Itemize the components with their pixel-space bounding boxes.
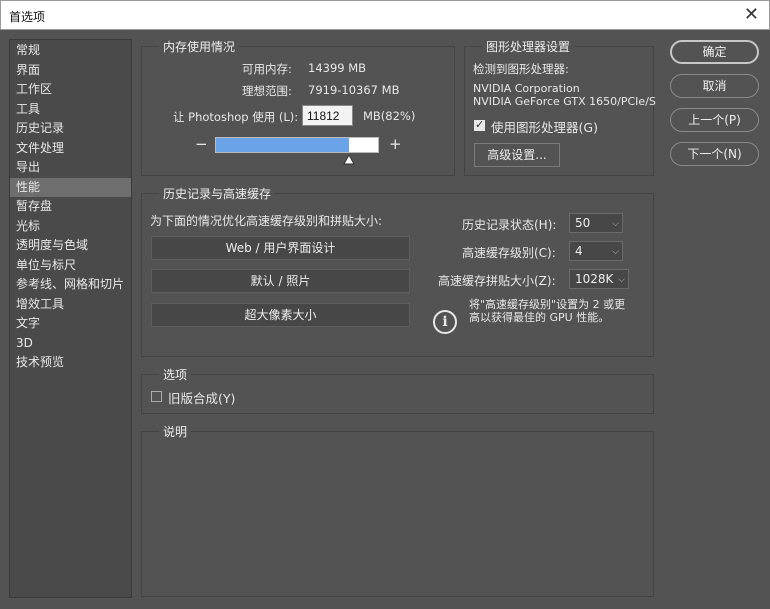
sidebar-item[interactable]: 性能 [10,177,131,197]
sidebar-item[interactable]: 透明度与色域 [10,236,131,256]
window-title: 首选项 [9,10,46,24]
gpu-tip-line2: 高以获得最佳的 GPU 性能。 [469,311,610,324]
cache-tile-label: 高速缓存拼贴大小(Z): [438,274,556,288]
advanced-settings-button[interactable]: 高级设置... [474,143,560,167]
use-gpu-label: 使用图形处理器(G) [491,120,598,135]
cache-tile-value: 1028K [575,272,614,286]
minus-icon[interactable]: − [195,135,208,153]
history-states-value: 50 [575,216,591,230]
sidebar-item[interactable]: 增效工具 [10,295,131,315]
sidebar-item[interactable]: 暂存盘 [10,197,131,217]
available-memory-label: 可用内存: [242,62,292,76]
photoshop-usage-label: 让 Photoshop 使用 (L): [173,110,299,124]
plus-icon[interactable]: + [389,135,402,153]
title-bar: 首选项 ✕ [0,0,770,30]
sidebar-item[interactable]: 光标 [10,217,131,237]
slider-thumb-icon[interactable] [343,155,356,165]
history-cache-title: 历史记录与高速缓存 [159,185,276,202]
cache-levels-label: 高速缓存级别(C): [462,246,556,260]
preset-web-ui-button[interactable]: Web / 用户界面设计 [151,236,410,260]
chevron-down-icon: ⌵ [618,275,625,285]
sidebar-item[interactable]: 文件处理 [10,139,131,159]
sidebar-item[interactable]: 界面 [10,61,131,81]
ideal-range-value: 7919-10367 MB [308,83,400,97]
cancel-button[interactable]: 取消 [670,74,759,98]
chevron-down-icon: ⌵ [612,247,619,257]
chevron-down-icon: ⌵ [612,219,619,229]
preset-huge-pixel-button[interactable]: 超大像素大小 [151,303,410,327]
sidebar-item[interactable]: 常规 [10,41,131,61]
ok-button[interactable]: 确定 [670,40,759,64]
preset-default-photo-button[interactable]: 默认 / 照片 [151,269,410,293]
history-states-select[interactable]: 50 ⌵ [569,213,623,233]
memory-panel-title: 内存使用情况 [159,38,240,55]
history-states-label: 历史记录状态(H): [462,218,557,232]
sidebar-item[interactable]: 历史记录 [10,119,131,139]
sidebar-item[interactable]: 文字 [10,314,131,334]
photoshop-usage-unit: MB(82%) [363,109,416,123]
sidebar-item[interactable]: 参考线、网格和切片 [10,275,131,295]
previous-button[interactable]: 上一个(P) [670,108,759,132]
cache-levels-value: 4 [575,244,583,258]
gpu-vendor: NVIDIA Corporation [473,82,580,95]
close-icon[interactable]: ✕ [744,5,759,25]
description-title: 说明 [159,423,192,440]
memory-usage-slider[interactable] [215,137,379,153]
sidebar-item[interactable]: 工作区 [10,80,131,100]
info-icon: i [433,310,457,334]
next-button[interactable]: 下一个(N) [670,142,759,166]
sidebar-item[interactable]: 技术预览 [10,353,131,373]
cache-tile-select[interactable]: 1028K ⌵ [569,269,629,289]
available-memory-value: 14399 MB [308,61,367,75]
optimize-label: 为下面的情况优化高速缓存级别和拼贴大小: [150,214,383,228]
photoshop-usage-input[interactable] [302,105,353,126]
description-panel [141,431,654,597]
options-title: 选项 [159,366,192,383]
use-gpu-checkbox[interactable] [474,118,485,131]
cache-levels-select[interactable]: 4 ⌵ [569,241,623,261]
gpu-model: NVIDIA GeForce GTX 1650/PCIe/S [473,95,656,108]
sidebar-item[interactable]: 单位与标尺 [10,256,131,276]
sidebar: 常规 界面 工作区 工具 历史记录 文件处理 导出 性能 暂存盘 光标 透明度与色域 单位与标尺 参考线… [9,39,132,598]
legacy-compositing-label: 旧版合成(Y) [168,391,236,406]
ideal-range-label: 理想范围: [242,84,292,98]
gpu-panel-title: 图形处理器设置 [482,38,575,55]
sidebar-item[interactable]: 导出 [10,158,131,178]
memory-usage-fill [216,138,349,152]
sidebar-item[interactable]: 3D [10,334,131,354]
gpu-detected-label: 检测到图形处理器: [473,62,569,76]
sidebar-item[interactable]: 工具 [10,100,131,120]
legacy-compositing-checkbox[interactable] [151,391,162,402]
